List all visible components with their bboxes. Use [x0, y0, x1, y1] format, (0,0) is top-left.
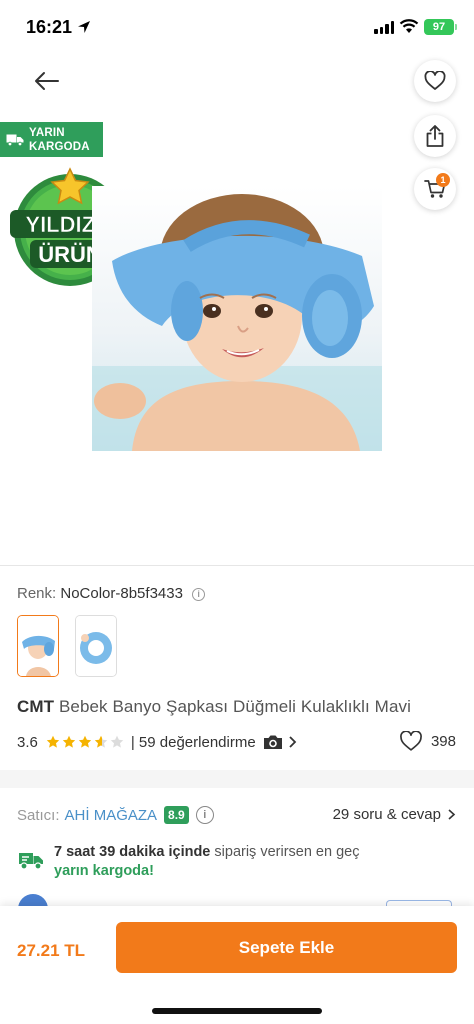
cart-button[interactable]: 1 [414, 168, 456, 210]
chevron-right-icon [289, 736, 296, 748]
info-icon[interactable]: i [192, 588, 206, 601]
back-button[interactable] [30, 66, 64, 96]
seller-label: Satıcı: [17, 806, 60, 824]
product-name: Bebek Banyo Şapkası Düğmeli Kulaklıklı M… [58, 697, 411, 716]
delivery-highlight: yarın kargoda! [54, 863, 154, 879]
delivery-info: 7 saat 39 dakika içinde sipariş verirsen… [54, 844, 359, 860]
product-price: 27.21 TL [17, 941, 86, 960]
signal-icon [374, 21, 394, 34]
status-bar: 16:21 97 [0, 0, 474, 56]
wifi-icon [399, 19, 419, 33]
heart-icon [424, 71, 446, 90]
section-divider [0, 565, 474, 566]
location-arrow-icon [78, 21, 90, 33]
bottom-action-bar: 27.21 TL Sepete Ekle [0, 906, 474, 1024]
delivery-countdown: 7 saat 39 dakika içinde [54, 844, 211, 860]
favorite-button[interactable] [414, 60, 456, 102]
variant-thumbnail-image [76, 616, 116, 676]
qa-label: 29 soru & cevap [332, 806, 441, 823]
variant-thumbnail[interactable] [75, 615, 117, 677]
info-icon[interactable]: i [195, 806, 214, 824]
status-time: 16:21 [26, 17, 73, 37]
home-indicator [152, 1008, 322, 1014]
heart-icon [400, 731, 422, 751]
seller-name-link[interactable]: AHİ MAĞAZA [65, 807, 158, 824]
cart-count-badge: 1 [436, 173, 450, 187]
delivery-text: sipariş verirsen en geç [214, 844, 360, 860]
rating-score: 3.6 [17, 733, 38, 751]
variant-label: Renk: NoColor-8b5f3433 i [17, 585, 206, 602]
cargo-line-2: KARGODA [29, 140, 90, 153]
star-icon [94, 735, 108, 748]
star-icon [46, 735, 60, 748]
favorite-count-value: 398 [430, 733, 456, 750]
star-icon [62, 735, 76, 748]
section-separator [0, 770, 474, 788]
questions-answers-link[interactable]: 29 soru & cevap [333, 806, 456, 823]
product-image[interactable] [92, 186, 382, 451]
variant-label-key: Renk: [17, 585, 57, 602]
share-button[interactable] [414, 115, 456, 157]
cargo-badge-text: YARIN KARGODA [29, 126, 90, 154]
seller-info: Satıcı: AHİ MAĞAZA 8.9 i [17, 806, 214, 824]
truck-icon [6, 134, 24, 146]
product-brand[interactable]: CMT [17, 697, 54, 716]
share-icon [426, 125, 444, 147]
battery-icon: 97 [424, 19, 457, 35]
truck-icon [19, 853, 43, 870]
favorite-count[interactable]: 398 [399, 731, 456, 752]
star-icon [110, 735, 124, 748]
review-count: | 59 değerlendirme [130, 733, 256, 751]
product-title: CMT Bebek Banyo Şapkası Düğmeli Kulaklık… [17, 697, 411, 717]
rating-stars [46, 735, 124, 749]
cargo-line-1: YARIN [29, 126, 65, 139]
rating-row[interactable]: 3.6 | 59 değerlendirme [17, 731, 297, 753]
add-to-cart-button[interactable]: Sepete Ekle [116, 922, 457, 973]
chevron-right-icon [448, 809, 456, 820]
variant-thumbnail-selected[interactable] [17, 615, 59, 677]
star-icon [78, 735, 92, 748]
back-arrow-icon [35, 72, 59, 90]
next-day-cargo-badge: YARIN KARGODA [0, 122, 103, 157]
variant-thumbnail-image [18, 616, 58, 676]
camera-icon [263, 735, 282, 749]
variant-value: NoColor-8b5f3433 [60, 585, 183, 602]
battery-level: 97 [432, 21, 446, 33]
seller-score-badge: 8.9 [164, 806, 189, 824]
